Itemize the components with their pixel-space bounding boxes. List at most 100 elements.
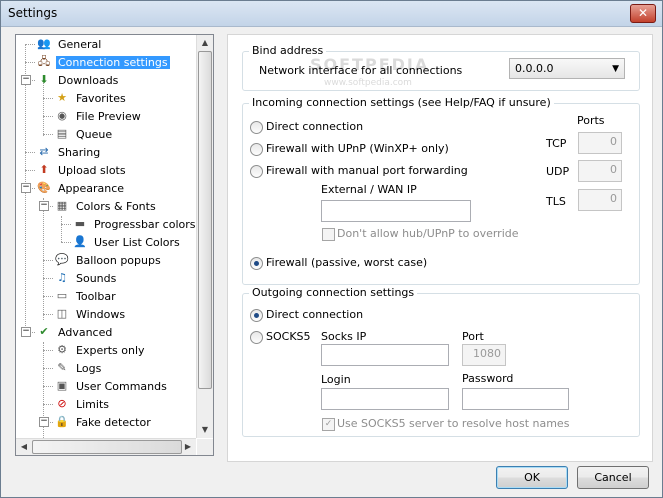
collapse-icon[interactable]: −	[39, 201, 49, 211]
tree-item-colors-fonts[interactable]: ▦ Colors & Fonts	[54, 197, 158, 214]
incoming-manual-label[interactable]: Firewall with manual port forwarding	[266, 164, 468, 177]
tree-item-fake-detector[interactable]: 🔒 Fake detector	[54, 413, 153, 430]
ok-button[interactable]: OK	[496, 466, 568, 489]
tree-horizontal-scrollbar[interactable]: ◀ ▶	[16, 438, 196, 455]
collapse-icon[interactable]: −	[21, 327, 31, 337]
dont-allow-override-checkbox[interactable]	[322, 228, 335, 241]
network-icon: 🖧	[37, 55, 51, 68]
scroll-up-icon[interactable]: ▲	[197, 35, 213, 51]
network-interface-label: Network interface for all connections	[259, 64, 463, 77]
socks-port-input[interactable]: 1080	[462, 344, 506, 366]
limit-sign-icon: ⊘	[57, 397, 67, 410]
tree-item-label: Logs	[76, 361, 102, 375]
tree-item-windows[interactable]: ◫ Windows	[54, 305, 127, 322]
collapse-icon[interactable]: −	[21, 75, 31, 85]
incoming-title: Incoming connection settings (see Help/F…	[249, 96, 554, 109]
tcp-port-input[interactable]: 0	[578, 132, 622, 154]
tree-item-general[interactable]: 👥 General	[36, 35, 103, 52]
incoming-upnp-label[interactable]: Firewall with UPnP (WinXP+ only)	[266, 142, 449, 155]
external-ip-label: External / WAN IP	[321, 183, 417, 196]
media-icon: ◉	[57, 109, 67, 122]
pen-icon: ✎	[57, 361, 67, 374]
tree-item-advanced[interactable]: ✔ Advanced	[36, 323, 114, 340]
scroll-down-icon[interactable]: ▼	[197, 422, 213, 438]
scroll-right-icon[interactable]: ▶	[180, 439, 196, 455]
balloon-icon: 💬	[55, 253, 69, 266]
collapse-icon[interactable]: −	[21, 183, 31, 193]
share-icon: ⇄	[39, 145, 49, 158]
socks-ip-input[interactable]	[321, 344, 449, 366]
tree-item-sharing[interactable]: ⇄ Sharing	[36, 143, 102, 160]
gear-icon: ⚙	[57, 343, 67, 356]
palette-icon: ▦	[56, 199, 68, 212]
network-interface-select[interactable]: 0.0.0.0 ▼	[509, 58, 625, 79]
tree-item-logs[interactable]: ✎ Logs	[54, 359, 103, 376]
udp-port-input[interactable]: 0	[578, 160, 622, 182]
outgoing-direct-radio[interactable]	[250, 309, 263, 322]
tree-item-label: File Preview	[76, 109, 141, 123]
tree-item-favorites[interactable]: ★ Favorites	[54, 89, 128, 106]
tree-item-label: Appearance	[58, 181, 125, 195]
progressbar-icon: ▬	[74, 217, 86, 230]
external-ip-input[interactable]	[321, 200, 471, 222]
tree-item-appearance[interactable]: 🎨 Appearance	[36, 179, 126, 196]
folder-star-icon: ★	[57, 91, 67, 104]
title-bar: Settings ✕	[1, 1, 662, 27]
outgoing-direct-label[interactable]: Direct connection	[266, 308, 363, 321]
tree-item-queue[interactable]: ▤ Queue	[54, 125, 114, 142]
tree-item-label: Experts only	[76, 343, 145, 357]
tree-item-label: Progressbar colors	[94, 217, 196, 231]
bind-address-title: Bind address	[249, 44, 327, 57]
windows-icon: ◫	[56, 307, 68, 320]
tree-item-label: Sharing	[58, 145, 101, 159]
horizontal-scroll-thumb[interactable]	[32, 440, 182, 454]
incoming-upnp-radio[interactable]	[250, 143, 263, 156]
scroll-left-icon[interactable]: ◀	[16, 439, 32, 455]
upload-icon: ⬆	[39, 163, 49, 176]
tree-item-file-preview[interactable]: ◉ File Preview	[54, 107, 143, 124]
incoming-passive-radio[interactable]	[250, 257, 263, 270]
tcp-label: TCP	[546, 137, 567, 150]
user-group-icon: 👥	[37, 37, 51, 50]
tree-item-user-commands[interactable]: ▣ User Commands	[54, 377, 169, 394]
connection-settings-panel: SOFTPEDIA www.softpedia.com Bind address…	[227, 34, 653, 462]
advanced-icon: ✔	[39, 325, 49, 338]
collapse-icon[interactable]: −	[39, 417, 49, 427]
tree-item-user-list-colors[interactable]: 👤 User List Colors	[72, 233, 182, 250]
tree-item-label: Toolbar	[76, 289, 116, 303]
outgoing-socks5-radio[interactable]	[250, 331, 263, 344]
tls-port-input[interactable]: 0	[578, 189, 622, 211]
tree-item-upload-slots[interactable]: ⬆ Upload slots	[36, 161, 128, 178]
tree-item-label: Fake detector	[76, 415, 151, 429]
tree-item-downloads[interactable]: ⬇ Downloads	[36, 71, 120, 88]
ports-label: Ports	[577, 114, 605, 127]
tree-item-progressbar-colors[interactable]: ▬ Progressbar colors	[72, 215, 198, 232]
tree-item-experts-only[interactable]: ⚙ Experts only	[54, 341, 147, 358]
incoming-direct-label[interactable]: Direct connection	[266, 120, 363, 133]
incoming-passive-label: Firewall (passive, worst case)	[266, 256, 428, 269]
incoming-manual-radio[interactable]	[250, 165, 263, 178]
outgoing-connection-group: Outgoing connection settings Direct conn…	[242, 286, 640, 437]
tree-item-label: General	[58, 37, 102, 51]
tree-item-label: Upload slots	[58, 163, 126, 177]
outgoing-socks5-label[interactable]: SOCKS5	[266, 330, 311, 343]
incoming-direct-radio[interactable]	[250, 121, 263, 134]
tree-item-limits[interactable]: ⊘ Limits	[54, 395, 111, 412]
vertical-scroll-thumb[interactable]	[198, 51, 212, 389]
password-input[interactable]	[462, 388, 569, 410]
tree-item-label: Downloads	[58, 73, 119, 87]
tree-vertical-scrollbar[interactable]: ▲ ▼	[196, 35, 213, 438]
tree-item-toolbar[interactable]: ▭ Toolbar	[54, 287, 118, 304]
tree-item-sounds[interactable]: ♫ Sounds	[54, 269, 118, 286]
settings-tree[interactable]: 👥 General 🖧 Connection settings ⬇ Downloads − ★…	[15, 34, 214, 456]
appearance-icon: 🎨	[37, 181, 51, 194]
network-interface-value: 0.0.0.0	[515, 62, 554, 75]
cancel-button[interactable]: Cancel	[577, 466, 649, 489]
tree-item-balloon-popups[interactable]: 💬 Balloon popups	[54, 251, 163, 268]
tree-item-label: User Commands	[76, 379, 167, 393]
tree-item-connection-settings[interactable]: 🖧 Connection settings	[36, 53, 170, 70]
chevron-down-icon: ▼	[612, 64, 619, 74]
close-button[interactable]: ✕	[630, 4, 656, 23]
resolve-hostnames-checkbox[interactable]: ✓	[322, 418, 335, 431]
login-input[interactable]	[321, 388, 449, 410]
